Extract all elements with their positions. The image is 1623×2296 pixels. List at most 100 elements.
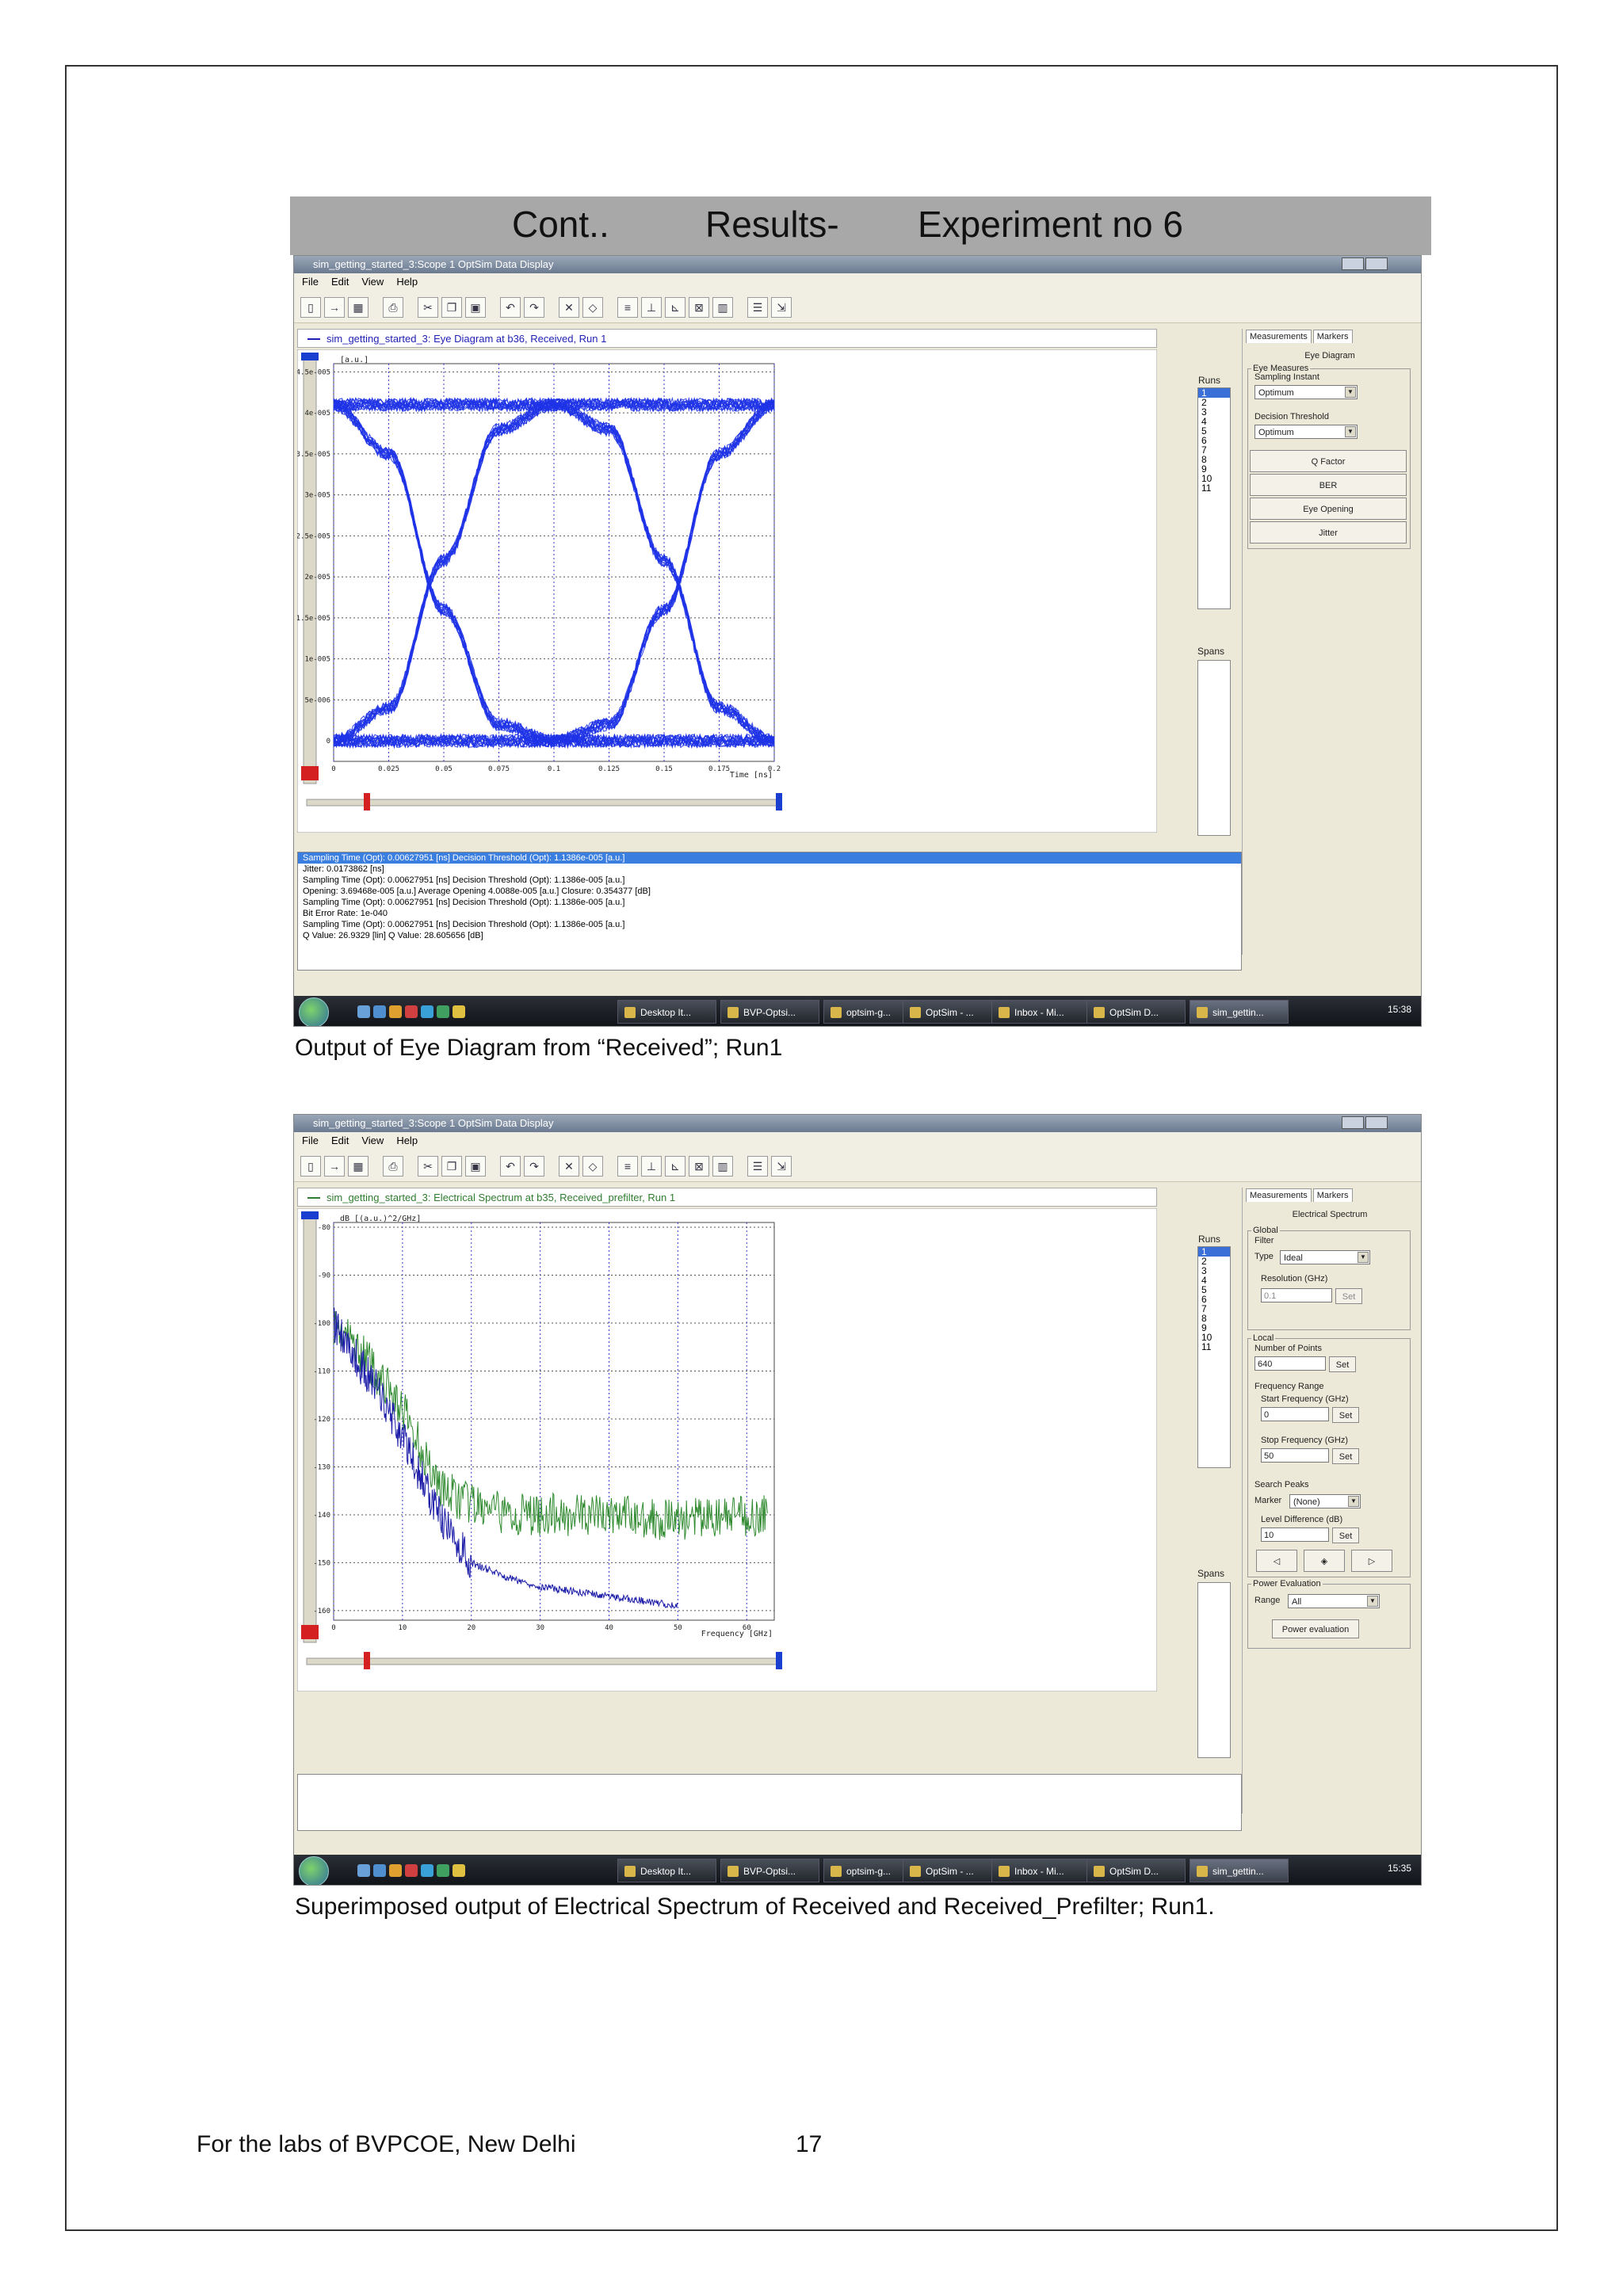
- menu-edit[interactable]: Edit: [331, 276, 349, 288]
- slider-bottom-handle[interactable]: [301, 766, 319, 780]
- open-icon[interactable]: ▯: [300, 1156, 321, 1177]
- marker-select[interactable]: (None) ▼: [1289, 1494, 1361, 1508]
- spans-list[interactable]: [1197, 1582, 1231, 1758]
- quicklaunch-icon[interactable]: [373, 1005, 386, 1018]
- menu-help[interactable]: Help: [396, 276, 418, 288]
- histogram-icon[interactable]: ▥: [712, 1156, 733, 1177]
- filter-type-select[interactable]: Ideal ▼: [1280, 1250, 1370, 1264]
- level-input[interactable]: 10: [1261, 1527, 1329, 1542]
- runs-list[interactable]: 1 2 3 4 5 6 7 8 9 10 11: [1197, 387, 1231, 609]
- chart-icon[interactable]: ▦: [348, 1156, 369, 1177]
- tab-markers[interactable]: Markers: [1312, 330, 1353, 343]
- output-line[interactable]: Sampling Time (Opt): 0.00627951 [ns] Dec…: [298, 875, 1241, 886]
- sampling-select[interactable]: Optimum ▼: [1254, 385, 1358, 399]
- plot-tab[interactable]: sim_getting_started_3: Eye Diagram at b3…: [297, 329, 1157, 348]
- minimize-button[interactable]: [1342, 1116, 1364, 1129]
- slider-top-handle[interactable]: [301, 1211, 319, 1219]
- menu-file[interactable]: File: [302, 1135, 319, 1146]
- list-icon[interactable]: ☰: [747, 297, 768, 318]
- zoom-box-icon[interactable]: ⊠: [689, 1156, 709, 1177]
- taskbar-item[interactable]: Desktop It...: [617, 1859, 716, 1882]
- runs-list[interactable]: 1 2 3 4 5 6 7 8 9 10 11: [1197, 1246, 1231, 1468]
- menu-edit[interactable]: Edit: [331, 1135, 349, 1146]
- copy-icon[interactable]: ❐: [441, 297, 462, 318]
- plot-tab[interactable]: sim_getting_started_3: Electrical Spectr…: [297, 1188, 1157, 1207]
- zoom-xy-icon[interactable]: ⊾: [665, 1156, 685, 1177]
- cut-icon[interactable]: ✂: [418, 297, 438, 318]
- tab-measurements[interactable]: Measurements: [1246, 1188, 1312, 1202]
- stop-freq-input[interactable]: 50: [1261, 1448, 1329, 1463]
- output-line[interactable]: Sampling Time (Opt): 0.00627951 [ns] Dec…: [298, 919, 1241, 930]
- zoom-box-icon[interactable]: ⊠: [689, 297, 709, 318]
- power-evaluation-button[interactable]: Power evaluation: [1272, 1619, 1359, 1638]
- eraser-icon[interactable]: ◇: [582, 297, 603, 318]
- tab-measurements[interactable]: Measurements: [1246, 330, 1312, 343]
- import-icon[interactable]: →: [324, 297, 345, 318]
- taskbar-item[interactable]: BVP-Optsi...: [720, 1859, 819, 1882]
- copy-icon[interactable]: ❐: [441, 1156, 462, 1177]
- menu-file[interactable]: File: [302, 276, 319, 288]
- menu-view[interactable]: View: [361, 1135, 384, 1146]
- cut-icon[interactable]: ✂: [418, 1156, 438, 1177]
- quicklaunch-icon[interactable]: [389, 1864, 402, 1877]
- histogram-icon[interactable]: ▥: [712, 297, 733, 318]
- import-icon[interactable]: →: [324, 1156, 345, 1177]
- run-item[interactable]: 11: [1198, 1342, 1230, 1352]
- quicklaunch-icon[interactable]: [437, 1005, 449, 1018]
- list-icon[interactable]: ☰: [747, 1156, 768, 1177]
- output-line[interactable]: Sampling Time (Opt): 0.00627951 [ns] Dec…: [298, 852, 1241, 864]
- export-icon[interactable]: ⇲: [771, 1156, 792, 1177]
- vertical-zoom-slider[interactable]: [303, 355, 317, 784]
- q-factor-button[interactable]: Q Factor: [1250, 450, 1407, 472]
- paste-icon[interactable]: ▣: [465, 297, 486, 318]
- taskbar-item[interactable]: OptSim - ...: [903, 1859, 1002, 1882]
- print-icon[interactable]: ⎙: [383, 297, 403, 318]
- zoom-fit-icon[interactable]: ✕: [559, 297, 579, 318]
- start-freq-set-button[interactable]: Set: [1332, 1407, 1359, 1423]
- quicklaunch-icon[interactable]: [373, 1864, 386, 1877]
- minimize-button[interactable]: [1342, 257, 1364, 270]
- horizontal-scrollbar[interactable]: [306, 799, 778, 807]
- ber-button[interactable]: BER: [1250, 474, 1407, 496]
- stop-freq-set-button[interactable]: Set: [1332, 1448, 1359, 1464]
- menu-help[interactable]: Help: [396, 1135, 418, 1146]
- prev-peak-icon[interactable]: ◁: [1256, 1550, 1297, 1572]
- zoom-y-icon[interactable]: ⊥: [641, 1156, 662, 1177]
- horizontal-scrollbar[interactable]: [306, 1657, 778, 1665]
- zoom-y-icon[interactable]: ⊥: [641, 297, 662, 318]
- show-desktop-icon[interactable]: [357, 1864, 370, 1877]
- redo-icon[interactable]: ↷: [524, 297, 544, 318]
- slider-bottom-handle[interactable]: [301, 1625, 319, 1639]
- taskbar-item[interactable]: OptSim D...: [1086, 1000, 1186, 1024]
- taskbar-item[interactable]: OptSim D...: [1086, 1859, 1186, 1882]
- zoom-x-icon[interactable]: ≡: [617, 297, 638, 318]
- jitter-button[interactable]: Jitter: [1250, 521, 1407, 543]
- zoom-xy-icon[interactable]: ⊾: [665, 297, 685, 318]
- start-button[interactable]: [299, 997, 329, 1026]
- zoom-x-icon[interactable]: ≡: [617, 1156, 638, 1177]
- eye-opening-button[interactable]: Eye Opening: [1250, 498, 1407, 520]
- center-peak-icon[interactable]: ◈: [1304, 1550, 1345, 1572]
- scroll-right-handle[interactable]: [776, 1652, 782, 1669]
- points-input[interactable]: 640: [1254, 1356, 1326, 1371]
- quicklaunch-icon[interactable]: [421, 1864, 433, 1877]
- slider-top-handle[interactable]: [301, 353, 319, 360]
- quicklaunch-icon[interactable]: [389, 1005, 402, 1018]
- vertical-zoom-slider[interactable]: [303, 1214, 317, 1643]
- quicklaunch-icon[interactable]: [437, 1864, 449, 1877]
- taskbar-item[interactable]: Inbox - Mi...: [991, 1000, 1090, 1024]
- spans-list[interactable]: [1197, 660, 1231, 836]
- scroll-left-handle[interactable]: [364, 1652, 370, 1669]
- output-line[interactable]: Sampling Time (Opt): 0.00627951 [ns] Dec…: [298, 897, 1241, 908]
- quicklaunch-icon[interactable]: [453, 1864, 465, 1877]
- output-line[interactable]: Bit Error Rate: 1e-040: [298, 908, 1241, 919]
- taskbar-item[interactable]: Desktop It...: [617, 1000, 716, 1024]
- threshold-select[interactable]: Optimum ▼: [1254, 425, 1358, 439]
- scroll-left-handle[interactable]: [364, 793, 370, 810]
- zoom-fit-icon[interactable]: ✕: [559, 1156, 579, 1177]
- chart-icon[interactable]: ▦: [348, 297, 369, 318]
- redo-icon[interactable]: ↷: [524, 1156, 544, 1177]
- export-icon[interactable]: ⇲: [771, 297, 792, 318]
- maximize-button[interactable]: [1365, 257, 1388, 270]
- output-line[interactable]: Q Value: 26.9329 [lin] Q Value: 28.60565…: [298, 930, 1241, 941]
